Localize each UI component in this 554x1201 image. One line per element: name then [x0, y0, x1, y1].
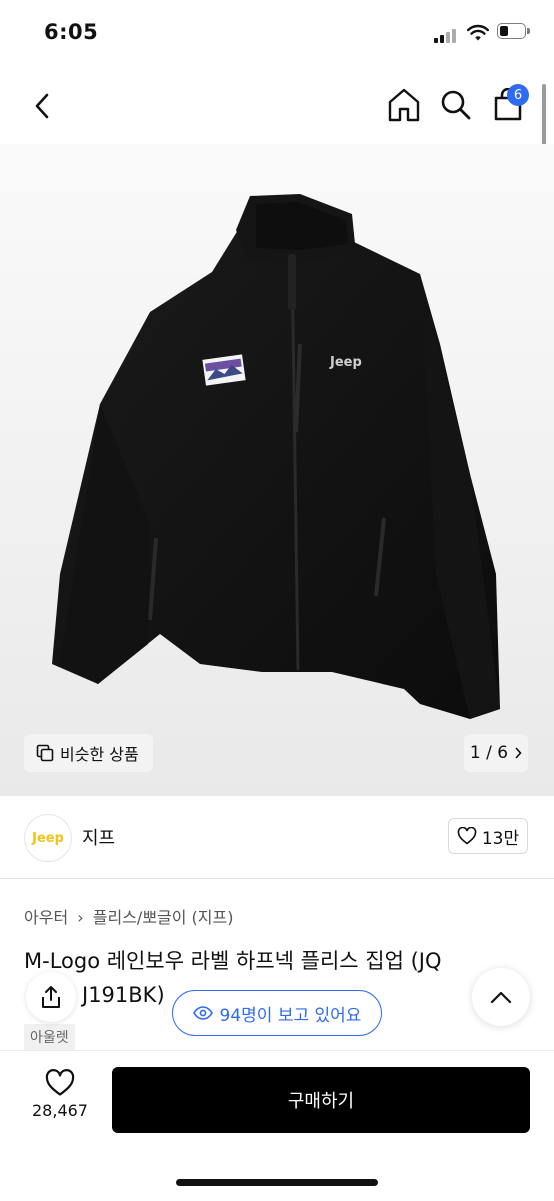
outlet-tag: 아울렛 — [24, 1024, 75, 1050]
bottom-action-bar: 28,467 구매하기 — [0, 1050, 554, 1201]
search-button[interactable] — [436, 84, 476, 126]
heart-icon — [45, 1069, 75, 1096]
back-button[interactable] — [22, 86, 62, 126]
live-viewers-text: 94명이 보고 있어요 — [219, 1005, 362, 1026]
heart-icon — [457, 827, 477, 845]
share-button[interactable] — [26, 972, 76, 1022]
top-nav: 6 — [0, 64, 554, 144]
copy-icon — [36, 744, 54, 762]
similar-products-button[interactable]: 비슷한 상품 — [24, 734, 153, 772]
image-counter[interactable]: 1 / 6 — [464, 734, 528, 772]
buy-button[interactable]: 구매하기 — [112, 1067, 530, 1133]
breadcrumb-category[interactable]: 아우터 — [24, 908, 68, 927]
live-viewers-pill: 94명이 보고 있어요 — [172, 990, 382, 1036]
battery-icon — [497, 23, 531, 41]
eye-icon — [192, 1006, 213, 1020]
brand-name[interactable]: 지프 — [82, 824, 115, 850]
similar-products-label: 비슷한 상품 — [60, 745, 139, 764]
product-title-line2: J191BK) — [82, 983, 165, 1007]
wishlist-button[interactable]: 28,467 — [24, 1069, 96, 1133]
cellular-signal-icon — [434, 27, 458, 43]
status-time: 6:05 — [44, 20, 99, 44]
wifi-icon — [467, 24, 489, 41]
chevron-left-icon — [35, 93, 49, 119]
jacket-embroidered-logo: Jeep — [329, 355, 362, 370]
rainbow-label-patch — [202, 354, 246, 386]
breadcrumb: 아우터 › 플리스/뽀글이 (지프) — [24, 904, 234, 928]
chevron-up-icon — [490, 991, 512, 1004]
cart-count-badge: 6 — [507, 84, 529, 106]
product-photo-jacket: Jeep — [52, 194, 500, 719]
status-bar: 6:05 — [0, 0, 554, 64]
wishlist-count: 28,467 — [32, 1101, 88, 1120]
search-icon — [441, 90, 471, 120]
product-title-line1: M-Logo 레인보우 라벨 하프넥 플리스 집업 (JQ — [24, 949, 442, 973]
brand-like-count: 13만 — [481, 828, 520, 849]
chevron-right-icon — [515, 747, 522, 759]
brand-like-button[interactable]: 13만 — [448, 818, 528, 854]
brand-row[interactable]: Jeep 지프 13만 — [0, 796, 554, 879]
breadcrumb-subcategory[interactable]: 플리스/뽀글이 (지프) — [93, 908, 234, 927]
breadcrumb-separator-icon: › — [77, 908, 84, 927]
image-counter-text: 1 / 6 — [469, 743, 509, 763]
home-indicator[interactable] — [176, 1179, 378, 1186]
home-icon — [388, 88, 420, 122]
scroll-to-top-button[interactable] — [472, 968, 530, 1026]
brand-logo[interactable]: Jeep — [24, 814, 72, 862]
home-button[interactable] — [384, 84, 424, 126]
share-icon — [42, 986, 60, 1008]
product-image-gallery[interactable]: Jeep 비슷한 상품 1 / 6 — [0, 144, 554, 796]
